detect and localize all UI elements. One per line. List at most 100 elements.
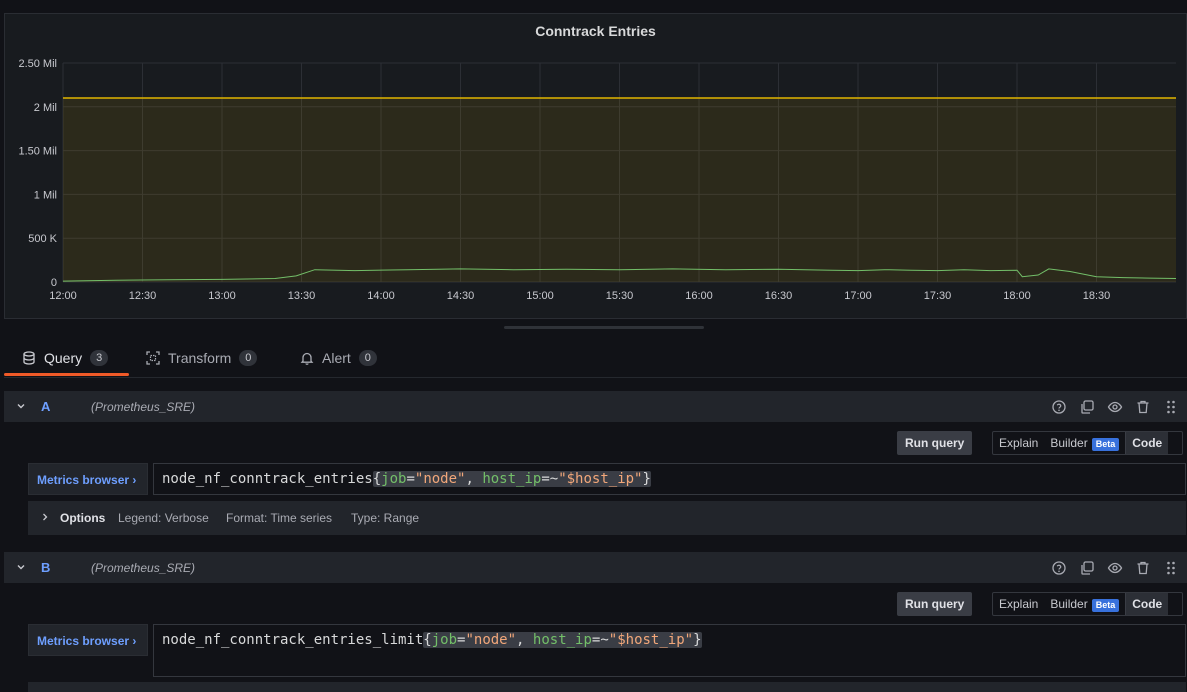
x-tick-label: 17:30 [924, 290, 952, 302]
duplicate-icon[interactable] [1079, 399, 1095, 415]
query-options[interactable]: Options Legend: Verbose Format: Time ser… [28, 501, 1186, 535]
chevron-down-icon[interactable] [15, 561, 27, 573]
time-series-chart[interactable]: 2.50 Mil 2 Mil 1.50 Mil 1 Mil 500 K 012:00 12:… [5, 14, 1186, 318]
label-key: job [431, 632, 458, 648]
datasource-name: (Prometheus_SRE) [91, 400, 196, 414]
x-tick-label: 17:00 [844, 290, 872, 302]
query-editor-row: Metrics browser › node_nf_conntrack_entr… [28, 463, 1186, 495]
x-tick-label: 13:00 [208, 290, 236, 302]
metrics-browser-button[interactable]: Metrics browser › [28, 463, 148, 495]
code-mode-option[interactable]: Code [1125, 432, 1169, 454]
tab-query-label: Query [44, 350, 83, 366]
label-matchers: {job="node", host_ip=~"$host_ip"} [423, 632, 702, 648]
chart-panel: Conntrack Entries 2.50 Mil 2 Mil 1.50 Mil 1… [4, 13, 1187, 319]
label-value: "node" [465, 632, 517, 648]
help-icon[interactable] [1051, 399, 1067, 415]
format-option: Format: Time series [226, 511, 333, 525]
editor-mode-switch: Explain Builder Beta Code [992, 431, 1183, 455]
label-value: "$host_ip" [608, 632, 694, 648]
tab-query-count: 3 [90, 350, 109, 366]
y-tick-label: 1 Mil [34, 189, 57, 201]
help-icon[interactable] [1051, 560, 1067, 576]
builder-mode-option[interactable]: Builder Beta [1044, 593, 1125, 615]
trash-icon[interactable] [1135, 560, 1151, 576]
tab-alert[interactable]: Alert 0 [300, 340, 377, 376]
metric-name: node_nf_conntrack_entries_limit [162, 632, 424, 648]
eye-icon[interactable] [1107, 560, 1123, 576]
limit-series-fill [63, 98, 1176, 282]
explain-toggle[interactable]: Explain [993, 593, 1044, 615]
query-row-header-b[interactable]: B (Prometheus_SRE) [4, 552, 1187, 583]
query-name[interactable]: B [41, 560, 50, 575]
active-tab-indicator [4, 373, 129, 376]
chevron-right-icon: › [132, 634, 137, 648]
chevron-right-icon: › [132, 473, 137, 487]
label-key: host_ip [482, 471, 542, 487]
x-tick-label: 16:30 [765, 290, 793, 302]
builder-label: Builder [1050, 597, 1088, 611]
eye-icon[interactable] [1107, 399, 1123, 415]
panel-resize-handle[interactable] [504, 326, 704, 329]
query-tabs: Query 3 Transform 0 Alert 0 [4, 340, 1187, 378]
database-icon [22, 351, 36, 365]
datasource-name: (Prometheus_SRE) [91, 561, 196, 575]
query-name[interactable]: A [41, 399, 50, 414]
label-key: host_ip [532, 632, 592, 648]
tab-transform-label: Transform [168, 350, 232, 366]
code-mode-option[interactable]: Code [1125, 593, 1169, 615]
match-operator: =~ [591, 632, 609, 648]
tab-transform-count: 0 [239, 350, 258, 366]
drag-handle-icon[interactable] [1163, 399, 1179, 415]
y-tick-label: 500 K [28, 233, 57, 245]
metric-name: node_nf_conntrack_entries [162, 471, 373, 487]
y-tick-label: 2 Mil [34, 102, 57, 114]
chevron-down-icon[interactable] [15, 400, 27, 412]
legend-option: Legend: Verbose [118, 511, 209, 525]
builder-label: Builder [1050, 436, 1088, 450]
tab-query[interactable]: Query 3 [22, 340, 109, 376]
x-tick-label: 14:00 [367, 290, 395, 302]
explain-toggle[interactable]: Explain [993, 432, 1044, 454]
drag-handle-icon[interactable] [1163, 560, 1179, 576]
tab-alert-count: 0 [358, 350, 377, 366]
type-option: Type: Range [351, 511, 420, 525]
x-tick-label: 14:30 [447, 290, 475, 302]
beta-badge: Beta [1091, 599, 1120, 612]
run-query-button[interactable]: Run query [897, 431, 973, 455]
trash-icon[interactable] [1135, 399, 1151, 415]
beta-badge: Beta [1091, 438, 1120, 451]
y-tick-label: 0 [51, 277, 57, 289]
promql-editor[interactable]: node_nf_conntrack_entries{job="node", ho… [153, 463, 1186, 495]
chevron-right-icon [43, 513, 48, 521]
duplicate-icon[interactable] [1079, 560, 1095, 576]
x-tick-label: 12:00 [49, 290, 77, 302]
x-tick-label: 15:30 [606, 290, 634, 302]
x-tick-label: 16:00 [685, 290, 713, 302]
tab-transform[interactable]: Transform 0 [146, 340, 258, 376]
builder-mode-option[interactable]: Builder Beta [1044, 432, 1125, 454]
y-tick-label: 2.50 Mil [18, 58, 57, 70]
x-tick-label: 15:00 [526, 290, 554, 302]
transform-icon [146, 351, 160, 365]
tab-alert-label: Alert [322, 350, 351, 366]
y-tick-label: 1.50 Mil [18, 146, 57, 158]
match-operator: =~ [541, 471, 559, 487]
bell-icon [300, 351, 314, 365]
query-options-partial [28, 682, 1186, 692]
options-title: Options [60, 511, 106, 525]
editor-mode-switch: Explain Builder Beta Code [992, 592, 1183, 616]
x-tick-label: 18:00 [1003, 290, 1031, 302]
metrics-browser-label: Metrics browser [37, 634, 130, 648]
metrics-browser-label: Metrics browser [37, 473, 130, 487]
label-key: job [381, 471, 407, 487]
x-tick-label: 13:30 [288, 290, 316, 302]
metrics-browser-button[interactable]: Metrics browser › [28, 624, 148, 656]
label-value: "node" [414, 471, 466, 487]
x-tick-label: 12:30 [129, 290, 157, 302]
label-matchers: {job="node", host_ip=~"$host_ip"} [372, 471, 651, 487]
run-query-button[interactable]: Run query [897, 592, 973, 616]
query-row-header-a[interactable]: A (Prometheus_SRE) [4, 391, 1187, 422]
label-value: "$host_ip" [558, 471, 643, 487]
promql-editor[interactable]: node_nf_conntrack_entries_limit{job="nod… [153, 624, 1186, 677]
x-tick-label: 18:30 [1083, 290, 1111, 302]
